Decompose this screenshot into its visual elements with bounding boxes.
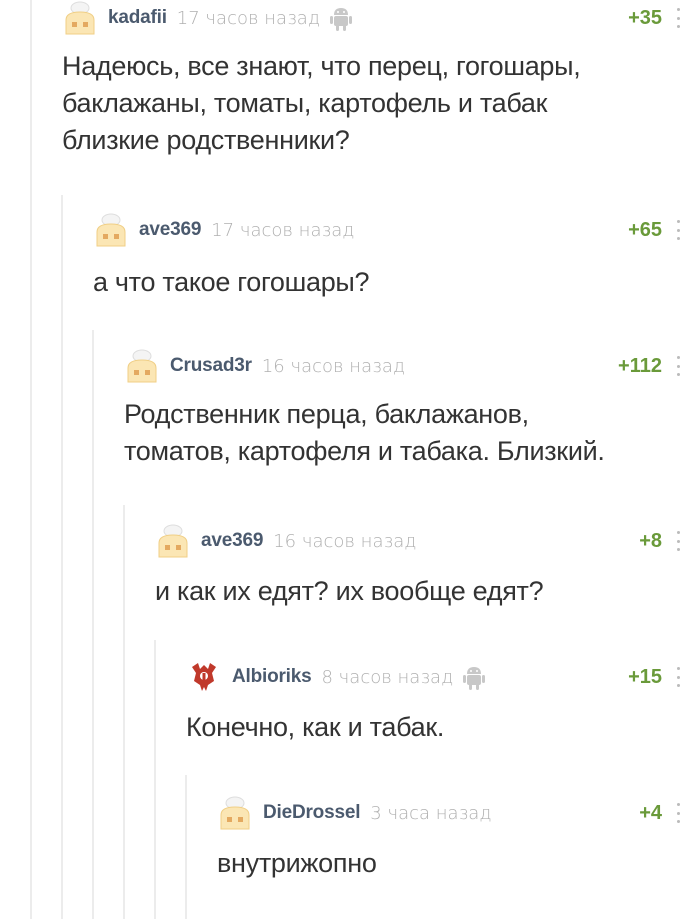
comment: ave369 17 часов назад +65 а что такое го… [93,212,700,312]
comment-text: Родственник перца, баклажанов, томатов, … [124,399,605,466]
default-avatar-icon[interactable] [155,523,191,559]
more-options-icon[interactable] [676,356,680,376]
android-icon [463,664,486,690]
rating: +8 [639,530,662,552]
author-name[interactable]: kadafii [108,7,167,29]
comment-text: и как их едят? их вообще едят? [155,576,544,606]
comment: Albioriks 8 часов назад +15 Конечно, как… [186,659,700,759]
more-options-icon[interactable] [676,667,680,687]
timestamp[interactable]: 3 часа назад [370,803,491,824]
thread-line [123,505,125,919]
thread-line [61,195,63,919]
comment: DieDrossel 3 часа назад +4 внутрижопно [217,795,700,905]
rating: +65 [628,219,662,241]
thread-line [154,640,156,919]
more-options-icon[interactable] [676,220,680,240]
default-avatar-icon[interactable] [217,795,253,831]
rating: +15 [628,666,662,688]
author-name[interactable]: DieDrossel [263,802,360,824]
more-options-icon[interactable] [676,8,680,28]
default-avatar-icon[interactable] [124,348,160,384]
comment: ave369 16 часов назад +8 и как их едят? … [155,523,700,623]
timestamp[interactable]: 17 часов назад [177,8,320,29]
rating: +35 [628,7,662,29]
thread-line [185,775,187,919]
timestamp[interactable]: 16 часов назад [273,531,416,552]
comment-text: а что такое гогошары? [93,267,370,297]
default-avatar-icon[interactable] [93,212,129,248]
author-name[interactable]: Albioriks [232,666,312,688]
rating: +4 [639,802,662,824]
comment-text: Надеюсь, все знают, что перец, гогошары,… [62,51,581,155]
timestamp[interactable]: 17 часов назад [211,220,354,241]
comment-text: внутрижопно [217,848,377,878]
thread-line [30,0,32,919]
comment: kadafii 17 часов назад +35 Надеюсь, все … [62,0,700,180]
more-options-icon[interactable] [676,803,680,823]
timestamp[interactable]: 16 часов назад [262,356,405,377]
thread-line [92,330,94,919]
comment: Crusad3r 16 часов назад +112 Родственник… [124,348,700,478]
comment-text: Конечно, как и табак. [186,712,445,742]
more-options-icon[interactable] [676,531,680,551]
rating: +112 [618,355,662,377]
author-name[interactable]: ave369 [139,219,201,241]
author-name[interactable]: Crusad3r [170,355,252,377]
timestamp[interactable]: 8 часов назад [322,667,454,688]
horde-emblem-icon[interactable] [186,659,222,695]
android-icon [330,5,353,31]
author-name[interactable]: ave369 [201,530,263,552]
default-avatar-icon[interactable] [62,0,98,36]
